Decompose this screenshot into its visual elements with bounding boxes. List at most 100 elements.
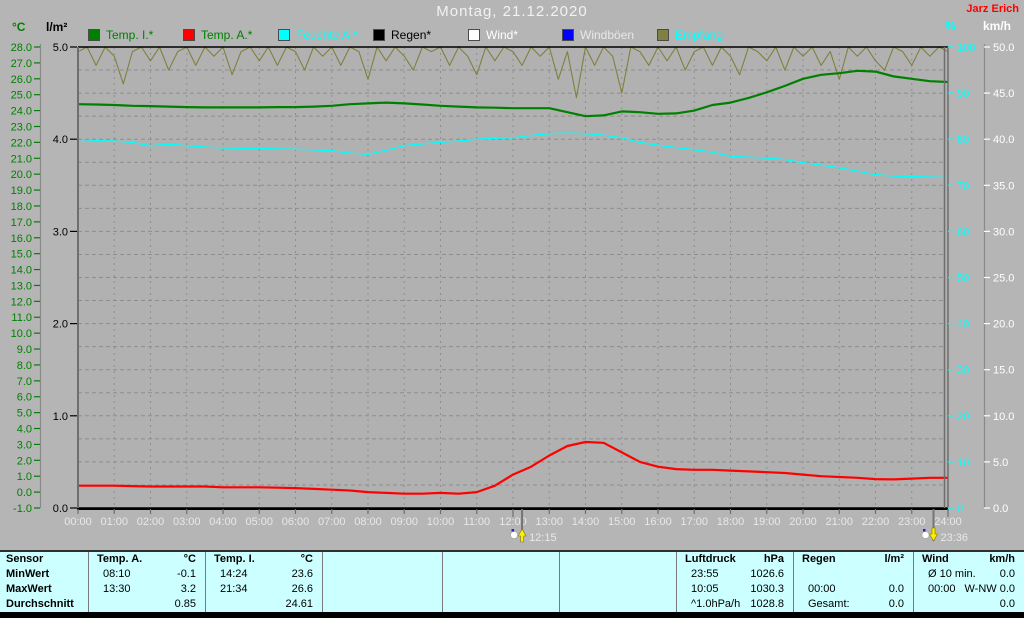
table-cell-value: 1028.8 xyxy=(750,598,784,610)
x-tick-label: 04:00 xyxy=(209,516,237,528)
table-col-empty xyxy=(442,552,559,612)
x-tick-label: 18:00 xyxy=(717,516,745,528)
table-cell: Ø 10 min. 0.0 xyxy=(914,567,1024,582)
table-col-unit: l/m² xyxy=(884,553,904,565)
table-col-temp-i-: Temp. I. °C 14:24 23.6 21:34 26.6 24.61 xyxy=(205,552,322,612)
table-cell-value xyxy=(433,597,442,612)
table-cell xyxy=(443,582,559,597)
table-cell-time: ^1.0hPa/h xyxy=(691,598,741,610)
table-cell-time xyxy=(323,582,337,597)
axis-tick-label-temp_c: 8.0 xyxy=(17,360,32,372)
table-cell: 00:00 0.0 xyxy=(794,582,913,597)
axis-tick-label-rain_lm2: 4.0 xyxy=(53,134,68,146)
axis-tick-label-rain_lm2: 3.0 xyxy=(53,226,68,238)
table-cell-time xyxy=(560,582,574,597)
axis-tick-label-humidity_pct: 70 xyxy=(957,180,969,192)
axis-tick-label-temp_c: 6.0 xyxy=(17,392,32,404)
table-cell xyxy=(560,582,676,597)
table-cell xyxy=(323,597,442,612)
table-cell-time: 08:10 xyxy=(103,568,131,580)
table-cell-value: 0.0 xyxy=(888,583,904,595)
table-cell-value: 3.2 xyxy=(180,583,196,595)
marker-moon-icon xyxy=(510,531,518,539)
axis-tick-label-temp_c: 12.0 xyxy=(11,296,32,308)
user-name: Jarz Erich xyxy=(966,3,1019,15)
marker-dot-icon xyxy=(511,529,515,532)
axis-tick-label-wind_kmh: 25.0 xyxy=(993,273,1014,285)
axis-tick-label-rain_lm2: 1.0 xyxy=(53,411,68,423)
x-tick-label: 21:00 xyxy=(825,516,853,528)
table-cell-time xyxy=(560,597,574,612)
table-cell-time: 13:30 xyxy=(103,583,131,595)
axis-tick-label-temp_c: 2.0 xyxy=(17,455,32,467)
table-cell-time: 10:05 xyxy=(691,583,719,595)
axis-tick-label-humidity_pct: 40 xyxy=(957,319,969,331)
axis-tick-label-temp_c: 21.0 xyxy=(11,153,32,165)
table-cell xyxy=(794,567,913,582)
table-col-wind: Wind km/h Ø 10 min. 0.0 00:00 W-NW 0.0 0.0 xyxy=(913,552,1024,612)
axis-tick-label-temp_c: 7.0 xyxy=(17,376,32,388)
table-cell-value: W-NW 0.0 xyxy=(964,583,1015,595)
x-tick-label: 24:00 xyxy=(934,516,962,528)
table-cell-time: 00:00 xyxy=(808,583,836,595)
table-col-empty xyxy=(559,552,676,612)
axis-tick-label-temp_c: 14.0 xyxy=(11,265,32,277)
marker-time-label: 12:15 xyxy=(529,532,557,544)
legend-label: Regen* xyxy=(391,28,432,42)
table-cell-time xyxy=(914,597,928,612)
table-cell-time xyxy=(323,567,337,582)
table-cell-value xyxy=(667,567,676,582)
table-cell: 21:34 26.6 xyxy=(206,582,322,597)
x-tick-label: 23:00 xyxy=(898,516,926,528)
table-cell-time xyxy=(323,597,337,612)
legend-swatch-icon xyxy=(468,29,480,41)
table-cell-value xyxy=(550,597,559,612)
axis-tick-label-temp_c: 18.0 xyxy=(11,201,32,213)
axis-tick-label-humidity_pct: 10 xyxy=(957,457,969,469)
table-col-name: Temp. I. xyxy=(214,553,255,565)
table-cell: 0.0 xyxy=(914,597,1024,612)
table-cell-value xyxy=(550,582,559,597)
table-cell: 10:05 1030.3 xyxy=(677,582,793,597)
legend-label: Wind* xyxy=(486,28,519,42)
table-col-unit xyxy=(667,552,676,567)
table-col-header xyxy=(560,552,676,567)
x-tick-label: 15:00 xyxy=(608,516,636,528)
axis-tick-label-humidity_pct: 50 xyxy=(957,273,969,285)
table-col-unit xyxy=(550,552,559,567)
table-col-header: Temp. I. °C xyxy=(206,552,322,567)
table-cell-value xyxy=(667,597,676,612)
table-col-name: Wind xyxy=(922,553,949,565)
axis-tick-label-humidity_pct: 80 xyxy=(957,134,969,146)
marker-arrow-up-icon xyxy=(517,528,527,543)
table-col-header: Regen l/m² xyxy=(794,552,913,567)
legend-item-empfang: Empfang xyxy=(657,28,723,42)
legend-label: Temp. I.* xyxy=(106,28,154,42)
table-row-label: MaxWert xyxy=(6,583,52,595)
table-cell-value: -0.1 xyxy=(177,568,196,580)
table-col-unit: °C xyxy=(183,553,196,565)
axis-tick-label-temp_c: 11.0 xyxy=(11,312,32,324)
table-cell xyxy=(560,567,676,582)
axis-tick-label-wind_kmh: 35.0 xyxy=(993,180,1014,192)
axis-tick-label-temp_c: 26.0 xyxy=(11,74,32,86)
legend-item-windböen: Windböen xyxy=(562,28,634,42)
legend-item-regen-: Regen* xyxy=(373,28,431,42)
table-col-name: Luftdruck xyxy=(685,553,736,565)
axis-tick-label-temp_c: 25.0 xyxy=(11,90,32,102)
table-col-header: Temp. A. °C xyxy=(89,552,205,567)
table-cell: ^1.0hPa/h 1028.8 xyxy=(677,597,793,612)
table-col-row-labels: Sensor MinWert MaxWert Durchschnitt xyxy=(0,552,88,612)
table-cell: 0.85 xyxy=(89,597,205,612)
x-tick-label: 02:00 xyxy=(137,516,165,528)
axis-tick-label-temp_c: 5.0 xyxy=(17,408,32,420)
table-cell-value xyxy=(904,567,913,582)
axis-tick-label-temp_c: 10.0 xyxy=(11,328,32,340)
table-cell-value xyxy=(550,567,559,582)
table-cell: 14:24 23.6 xyxy=(206,567,322,582)
x-tick-label: 14:00 xyxy=(572,516,600,528)
table-cell-value: 0.0 xyxy=(999,568,1015,580)
x-tick-label: 06:00 xyxy=(282,516,310,528)
x-tick-label: 19:00 xyxy=(753,516,781,528)
axis-tick-label-temp_c: 3.0 xyxy=(17,439,32,451)
